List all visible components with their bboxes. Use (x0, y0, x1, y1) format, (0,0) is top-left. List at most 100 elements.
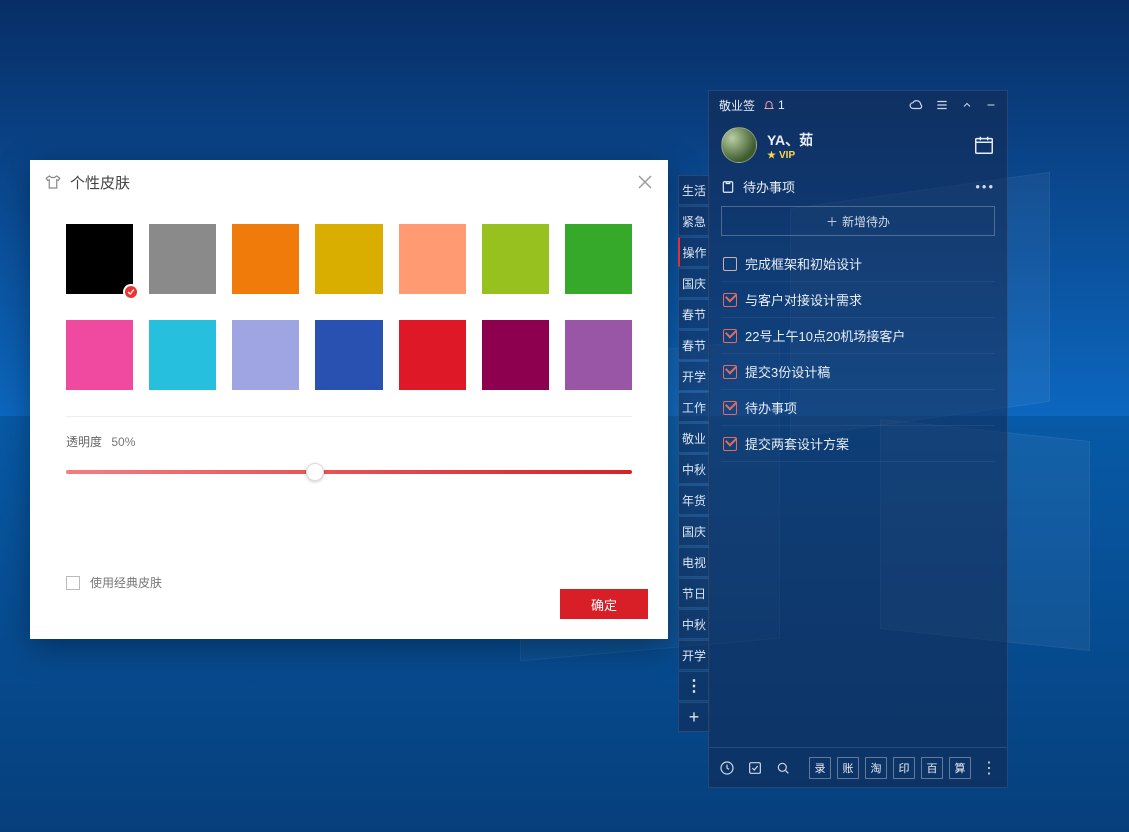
slider-thumb[interactable] (306, 463, 324, 481)
todo-checkbox[interactable] (723, 401, 737, 415)
side-tab[interactable]: 生活 (678, 175, 710, 205)
section-title: 待办事项 (743, 177, 795, 196)
side-tab[interactable]: 紧急 (678, 206, 710, 236)
color-swatch[interactable] (232, 320, 299, 390)
todo-item[interactable]: 提交3份设计稿 (721, 354, 995, 390)
search-icon[interactable] (775, 760, 791, 776)
plus-icon: ＋ (826, 213, 838, 230)
classic-skin-checkbox[interactable] (66, 576, 80, 590)
panel-body: 待办事项 ••• ＋ 新增待办 完成框架和初始设计与客户对接设计需求 22号上午1… (709, 171, 1007, 747)
footer-more-icon[interactable]: ⋮ (981, 758, 997, 778)
todo-item[interactable]: 待办事项 (721, 390, 995, 426)
bell-icon (763, 99, 775, 111)
color-swatch[interactable] (482, 320, 549, 390)
user-name: YA、茹 (767, 130, 813, 150)
side-tab[interactable]: 操作 (678, 237, 710, 267)
todo-item[interactable]: 与客户对接设计需求 (721, 282, 995, 318)
todo-checkbox[interactable] (723, 293, 737, 307)
classic-skin-row: 使用经典皮肤 (66, 574, 162, 591)
side-tab[interactable]: 电视 (678, 547, 710, 577)
minimize-icon[interactable] (985, 99, 997, 111)
todo-checkbox[interactable] (723, 365, 737, 379)
side-tab[interactable]: 春节 (678, 330, 710, 360)
completed-icon[interactable] (747, 760, 763, 776)
notification-badge[interactable]: 1 (763, 98, 785, 112)
todo-item[interactable]: 22号上午10点20机场接客户 (721, 318, 995, 354)
panel-titlebar: 敬业签 1 (709, 91, 1007, 119)
calendar-icon[interactable] (973, 134, 995, 156)
history-icon[interactable] (719, 760, 735, 776)
app-name: 敬业签 (719, 97, 755, 114)
todo-section-icon (721, 180, 735, 194)
color-swatch[interactable] (149, 224, 216, 294)
tshirt-icon (44, 173, 62, 191)
menu-icon[interactable] (935, 98, 949, 112)
todo-text: 提交两套设计方案 (745, 434, 849, 453)
todo-text: 提交3份设计稿 (745, 362, 830, 381)
user-row: YA、茹 VIP (709, 119, 1007, 171)
opacity-slider[interactable] (30, 450, 668, 474)
todo-item[interactable]: 提交两套设计方案 (721, 426, 995, 462)
todo-text: 与客户对接设计需求 (745, 290, 862, 309)
side-tab[interactable]: 开学 (678, 640, 710, 670)
todo-checkbox[interactable] (723, 437, 737, 451)
side-tab-more[interactable]: ⋮ (678, 671, 710, 701)
todo-checkbox[interactable] (723, 329, 737, 343)
opacity-row: 透明度 50% (30, 417, 668, 450)
todo-list: 完成框架和初始设计与客户对接设计需求 22号上午10点20机场接客户提交3份设计稿… (721, 246, 995, 462)
color-swatch[interactable] (482, 224, 549, 294)
side-tab[interactable]: 中秋 (678, 609, 710, 639)
color-swatch[interactable] (149, 320, 216, 390)
classic-skin-label: 使用经典皮肤 (90, 574, 162, 591)
footer-shortcut[interactable]: 淘 (865, 757, 887, 779)
color-swatch[interactable] (315, 320, 382, 390)
todo-text: 完成框架和初始设计 (745, 254, 862, 273)
side-tab[interactable]: 工作 (678, 392, 710, 422)
panel-footer: 录账淘印百算 ⋮ (709, 747, 1007, 787)
chevron-up-icon[interactable] (961, 99, 973, 111)
footer-shortcut[interactable]: 算 (949, 757, 971, 779)
titlebar-icons (909, 98, 997, 112)
dialog-header: 个性皮肤 (30, 160, 668, 204)
color-swatch[interactable] (315, 224, 382, 294)
side-tab-add[interactable]: + (678, 702, 710, 732)
more-menu-icon[interactable]: ••• (975, 179, 995, 194)
color-swatch[interactable] (66, 224, 133, 294)
todo-item[interactable]: 完成框架和初始设计 (721, 246, 995, 282)
color-swatch[interactable] (565, 320, 632, 390)
footer-shortcut[interactable]: 百 (921, 757, 943, 779)
footer-shortcut[interactable]: 录 (809, 757, 831, 779)
opacity-label: 透明度 (66, 435, 102, 449)
add-todo-label: 新增待办 (842, 213, 890, 230)
footer-right-icons: 录账淘印百算 ⋮ (809, 757, 997, 779)
avatar[interactable] (721, 127, 757, 163)
side-tab[interactable]: 年货 (678, 485, 710, 515)
side-tab[interactable]: 国庆 (678, 516, 710, 546)
selected-check-icon (123, 284, 139, 300)
todo-checkbox[interactable] (723, 257, 737, 271)
main-panel: 敬业签 1 YA、茹 VIP (708, 90, 1008, 788)
ok-button[interactable]: 确定 (560, 589, 648, 619)
footer-shortcut[interactable]: 印 (893, 757, 915, 779)
add-todo-button[interactable]: ＋ 新增待办 (721, 206, 995, 236)
side-tab[interactable]: 春节 (678, 299, 710, 329)
cloud-sync-icon[interactable] (909, 98, 923, 112)
color-swatch[interactable] (399, 320, 466, 390)
side-tab[interactable]: 节日 (678, 578, 710, 608)
todo-text: 待办事项 (745, 398, 797, 417)
section-header: 待办事项 ••• (721, 171, 995, 206)
color-swatch[interactable] (399, 224, 466, 294)
vip-badge: VIP (767, 150, 813, 161)
side-tab[interactable]: 敬业 (678, 423, 710, 453)
side-tab[interactable]: 国庆 (678, 268, 710, 298)
footer-shortcut[interactable]: 账 (837, 757, 859, 779)
side-tabs: 生活紧急操作国庆春节春节开学工作敬业中秋年货国庆电视节日中秋开学⋮+ (678, 175, 710, 732)
side-tab[interactable]: 中秋 (678, 454, 710, 484)
color-swatch[interactable] (66, 320, 133, 390)
color-swatch[interactable] (232, 224, 299, 294)
close-icon[interactable] (636, 173, 654, 191)
todo-text: 22号上午10点20机场接客户 (745, 326, 905, 345)
side-tab[interactable]: 开学 (678, 361, 710, 391)
color-swatch[interactable] (565, 224, 632, 294)
swatch-grid (30, 204, 668, 390)
